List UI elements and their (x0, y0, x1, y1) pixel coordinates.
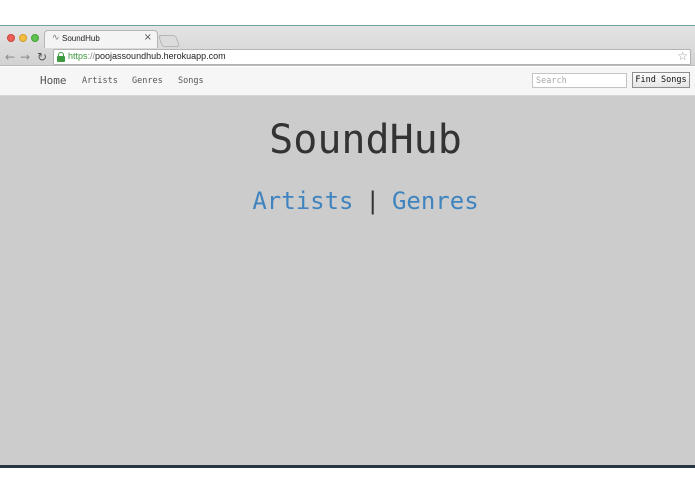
site-navbar: Home Artists Genres Songs Find Songs (0, 67, 695, 96)
tab-title: SoundHub (62, 34, 100, 43)
url-separator: :// (87, 51, 96, 61)
favicon-icon: ∿ (52, 33, 60, 43)
back-arrow-icon[interactable]: ← (5, 50, 15, 64)
browser-chrome: ∿ SoundHub × ← → ↻ https://poojassoundhu… (0, 26, 695, 66)
artists-link[interactable]: Artists (252, 187, 353, 215)
forward-arrow-icon[interactable]: → (20, 50, 30, 64)
nav-artists-link[interactable]: Artists (82, 76, 118, 86)
search-input[interactable] (532, 73, 627, 88)
bookmark-star-icon[interactable]: ☆ (677, 49, 688, 63)
top-strip (0, 0, 695, 26)
hero-links: Artists | Genres (0, 187, 695, 215)
find-songs-button[interactable]: Find Songs (632, 72, 690, 88)
url-scheme: https (68, 51, 88, 61)
lock-icon (57, 52, 65, 62)
new-tab-button[interactable] (157, 35, 181, 47)
window-maximize-button[interactable] (31, 34, 39, 42)
page-title: SoundHub (269, 117, 462, 163)
browser-tab[interactable]: ∿ SoundHub × (44, 30, 158, 48)
genres-link[interactable]: Genres (392, 187, 479, 215)
nav-home-link[interactable]: Home (40, 74, 67, 87)
window-close-button[interactable] (7, 34, 15, 42)
nav-genres-link[interactable]: Genres (132, 76, 163, 86)
reload-icon[interactable]: ↻ (37, 50, 47, 64)
address-bar[interactable]: https://poojassoundhub.herokuapp.com ☆ (53, 49, 691, 65)
bottom-strip (0, 468, 695, 494)
window-minimize-button[interactable] (19, 34, 27, 42)
link-separator: | (365, 187, 380, 215)
close-icon[interactable]: × (144, 32, 152, 43)
url-host: poojassoundhub.herokuapp.com (95, 51, 226, 61)
nav-songs-link[interactable]: Songs (178, 76, 204, 86)
page-content: Home Artists Genres Songs Find Songs Sou… (0, 67, 695, 465)
url-text: https://poojassoundhub.herokuapp.com (68, 51, 226, 61)
